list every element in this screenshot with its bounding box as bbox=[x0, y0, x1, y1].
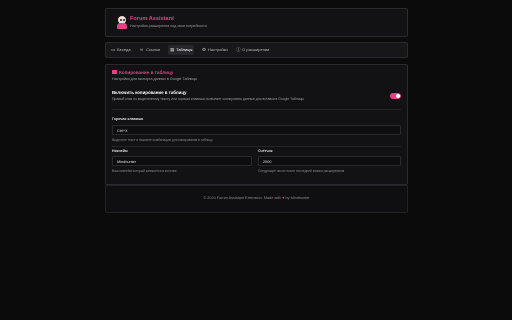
footer: © 2024 Forum Assistant Extension. Made w… bbox=[105, 185, 408, 213]
message-icon: ▭ bbox=[111, 47, 116, 52]
toggle-label: Включить копирование в таблицу bbox=[112, 90, 187, 95]
table-copy-panel: Копирование в таблицу Настройки для эксп… bbox=[105, 64, 408, 185]
heart-icon: ♥ bbox=[282, 196, 285, 200]
table-icon bbox=[112, 70, 117, 75]
hotkey-input[interactable]: Ctrl+X bbox=[112, 125, 401, 135]
divider bbox=[112, 109, 401, 110]
tab-settings[interactable]: ⚙ Настройки bbox=[200, 45, 230, 55]
app-subtitle: Настройки расширения под свои потребност… bbox=[130, 24, 207, 28]
divider bbox=[112, 146, 401, 147]
gear-icon: ⚙ bbox=[202, 47, 207, 52]
tab-conversation[interactable]: ▭ Беседа bbox=[109, 45, 133, 55]
panel-description: Настройки для экспорта данных в Google Т… bbox=[112, 77, 198, 81]
toggle-knob bbox=[396, 94, 400, 98]
hotkey-help: Выделите текст и нажмите комбинацию для … bbox=[112, 138, 213, 142]
avatar-icon bbox=[116, 16, 128, 30]
copy-enable-toggle[interactable] bbox=[390, 93, 401, 99]
counter-help: Следующее число после последней записи р… bbox=[258, 169, 345, 173]
app-title: Forum Assistant bbox=[130, 16, 174, 22]
app-header: Forum Assistant Настройки расширения под… bbox=[105, 8, 408, 37]
table-icon: ▦ bbox=[170, 47, 175, 52]
panel-title: Копирование в таблицу bbox=[112, 70, 173, 75]
toggle-description: Правый клик по выделенному тексту или го… bbox=[112, 97, 304, 101]
tab-about[interactable]: ⓘ О расширении bbox=[234, 45, 271, 55]
tab-links[interactable]: ∞ Ссылки bbox=[138, 45, 162, 55]
link-icon: ∞ bbox=[140, 47, 144, 52]
footer-text: © 2024 Forum Assistant Extension. Made w… bbox=[203, 196, 310, 200]
counter-input[interactable]: 2000 bbox=[258, 156, 401, 166]
tab-tables[interactable]: ▦ Таблицы bbox=[168, 45, 195, 55]
info-icon: ⓘ bbox=[236, 47, 241, 52]
hotkey-label: Горячая клавиша bbox=[112, 117, 144, 121]
nickname-input[interactable]: Mindhunter bbox=[112, 156, 252, 166]
counter-label: Счётчик bbox=[258, 149, 273, 153]
nickname-label: Никнейм bbox=[112, 149, 128, 153]
nickname-help: Ваш никнейм который запишется в колонке bbox=[112, 169, 177, 173]
tab-bar: ▭ Беседа ∞ Ссылки ▦ Таблицы ⚙ Настройки ⓘ О р… bbox=[105, 42, 408, 58]
